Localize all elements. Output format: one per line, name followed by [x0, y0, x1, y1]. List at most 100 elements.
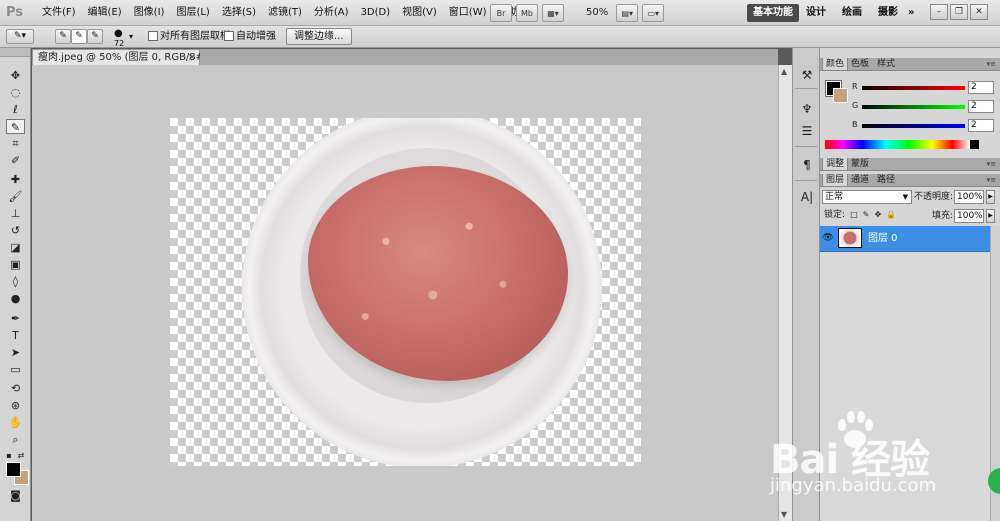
tab-adjustments[interactable]: 调整	[822, 158, 849, 170]
workspace-design[interactable]: 设计	[806, 4, 826, 22]
red-value-input[interactable]: 2	[968, 81, 994, 94]
menu-view[interactable]: 视图(V)	[396, 0, 443, 26]
panel-grip[interactable]	[0, 48, 30, 57]
minimize-button[interactable]: –	[930, 4, 948, 20]
tool-presets-icon[interactable]: ⚒	[798, 66, 816, 84]
layer-name[interactable]: 图层 0	[868, 226, 898, 251]
fill-slider-arrow-icon[interactable]: ▶	[986, 209, 995, 223]
menu-layer[interactable]: 图层(L)	[170, 0, 215, 26]
move-tool-icon[interactable]: ✥	[6, 68, 25, 83]
tab-swatches[interactable]: 色板	[848, 58, 872, 70]
hand-tool-icon[interactable]: ✋	[6, 415, 25, 430]
more-workspaces-button[interactable]: »	[908, 4, 914, 22]
screen-mode-button[interactable]: ▭▾	[642, 4, 665, 22]
pen-tool-icon[interactable]: ✒	[6, 311, 25, 326]
quick-mask-icon[interactable]: ◙	[6, 488, 25, 503]
arrange-documents-button[interactable]: ▤▾	[616, 4, 639, 22]
red-slider[interactable]	[862, 86, 965, 90]
brush-picker-arrow-icon[interactable]: ▾	[129, 26, 133, 47]
eyedropper-tool-icon[interactable]: ✐	[6, 153, 25, 168]
opacity-input[interactable]: 100%	[954, 190, 984, 204]
3d-orbit-tool-icon[interactable]: ⊛	[6, 398, 25, 413]
opacity-slider-arrow-icon[interactable]: ▶	[986, 190, 995, 204]
healing-brush-tool-icon[interactable]: ✚	[6, 172, 25, 187]
tab-masks[interactable]: 蒙版	[848, 158, 872, 170]
close-tab-icon[interactable]: ×	[188, 50, 196, 65]
fill-input[interactable]: 100%	[954, 209, 984, 223]
3d-rotate-tool-icon[interactable]: ⟲	[6, 381, 25, 396]
green-slider[interactable]	[862, 105, 965, 109]
blue-slider[interactable]	[862, 124, 965, 128]
actions-icon[interactable]: ☰	[798, 122, 816, 140]
color-background-swatch[interactable]	[833, 88, 848, 103]
gradient-tool-icon[interactable]: ▣	[6, 257, 25, 272]
clone-source-icon[interactable]: ♆	[798, 100, 816, 118]
workspace-photography[interactable]: 摄影	[878, 4, 898, 22]
path-selection-tool-icon[interactable]: ➤	[6, 345, 25, 360]
tab-layers[interactable]: 图层	[822, 174, 849, 186]
crop-tool-icon[interactable]: ⌗	[6, 136, 25, 151]
lasso-tool-icon[interactable]: ℓ	[6, 102, 25, 117]
zoom-level[interactable]: 50%	[586, 3, 608, 23]
shape-tool-icon[interactable]: ▭	[6, 362, 25, 377]
quick-selection-tool-icon[interactable]: ✎	[6, 119, 25, 134]
tab-styles[interactable]: 样式	[874, 58, 898, 70]
green-value-input[interactable]: 2	[968, 100, 994, 113]
lock-image-icon[interactable]: ✎	[862, 210, 870, 220]
blur-tool-icon[interactable]: ◊	[6, 274, 25, 289]
layer-row[interactable]: 👁 图层 0	[820, 226, 990, 252]
color-spectrum-bar[interactable]	[825, 140, 970, 149]
document-image[interactable]	[170, 118, 641, 466]
document-tab[interactable]: 瘦肉.jpeg @ 50% (图层 0, RGB/8#) * ×	[32, 49, 216, 65]
eraser-tool-icon[interactable]: ◪	[6, 240, 25, 255]
character-icon[interactable]: A|	[798, 188, 816, 206]
add-to-selection-icon[interactable]: ✎	[71, 29, 87, 44]
blue-value-input[interactable]: 2	[968, 119, 994, 132]
workspace-essentials[interactable]: 基本功能	[747, 4, 799, 22]
menu-analysis[interactable]: 分析(A)	[308, 0, 355, 26]
visibility-eye-icon[interactable]: 👁	[822, 232, 834, 244]
panel-menu-icon[interactable]: ▾≡	[987, 158, 996, 170]
mini-bridge-button[interactable]: Mb	[516, 4, 538, 22]
lock-transparent-icon[interactable]: □	[850, 210, 858, 220]
blend-mode-select[interactable]: 正常 ▼	[822, 190, 912, 204]
refine-edge-button[interactable]: 调整边缘...	[286, 28, 352, 45]
menu-select[interactable]: 选择(S)	[216, 0, 262, 26]
zoom-tool-icon[interactable]: ⌕	[6, 432, 25, 447]
history-brush-tool-icon[interactable]: ↺	[6, 223, 25, 238]
menu-items: 文件(F) 编辑(E) 图像(I) 图层(L) 选择(S) 滤镜(T) 分析(A…	[36, 0, 540, 26]
clone-stamp-tool-icon[interactable]: ⊥	[6, 206, 25, 221]
tab-channels[interactable]: 通道	[848, 174, 872, 186]
default-colors-icon[interactable]: ▪	[4, 448, 14, 463]
foreground-color-swatch[interactable]	[6, 462, 21, 477]
menu-window[interactable]: 窗口(W)	[443, 0, 493, 26]
dodge-tool-icon[interactable]: ●	[6, 291, 25, 306]
workspace-painting[interactable]: 绘画	[842, 4, 862, 22]
tool-preset-picker[interactable]: ✎▾	[6, 29, 34, 44]
panel-menu-icon[interactable]: ▾≡	[987, 58, 996, 70]
subtract-from-selection-icon[interactable]: ✎	[87, 29, 103, 44]
auto-enhance-checkbox[interactable]: 自动增强	[224, 26, 276, 47]
lock-all-icon[interactable]: 🔒	[886, 210, 896, 220]
panel-menu-icon[interactable]: ▾≡	[987, 174, 996, 186]
menu-file[interactable]: 文件(F)	[36, 0, 82, 26]
menu-3d[interactable]: 3D(D)	[355, 0, 397, 26]
spectrum-black-white[interactable]	[970, 140, 979, 149]
bridge-button[interactable]: Br	[490, 4, 512, 22]
type-tool-icon[interactable]: T	[6, 328, 25, 343]
lock-position-icon[interactable]: ✥	[874, 210, 882, 220]
tab-paths[interactable]: 路径	[874, 174, 898, 186]
menu-image[interactable]: 图像(I)	[128, 0, 171, 26]
brush-tool-icon[interactable]: 🖌	[6, 189, 25, 204]
tab-color[interactable]: 颜色	[822, 58, 849, 70]
swap-colors-icon[interactable]: ⇄	[16, 448, 26, 463]
restore-button[interactable]: ❐	[950, 4, 968, 20]
view-extras-button[interactable]: ▦▾	[542, 4, 564, 22]
paragraph-icon[interactable]: ¶	[798, 156, 816, 174]
scroll-up-icon[interactable]: ▲	[781, 67, 787, 76]
marquee-tool-icon[interactable]: ◌	[6, 85, 25, 100]
sample-all-layers-checkbox[interactable]: 对所有图层取样	[148, 26, 230, 47]
menu-filter[interactable]: 滤镜(T)	[262, 0, 308, 26]
close-button[interactable]: ✕	[970, 4, 988, 20]
new-selection-icon[interactable]: ✎	[55, 29, 71, 44]
